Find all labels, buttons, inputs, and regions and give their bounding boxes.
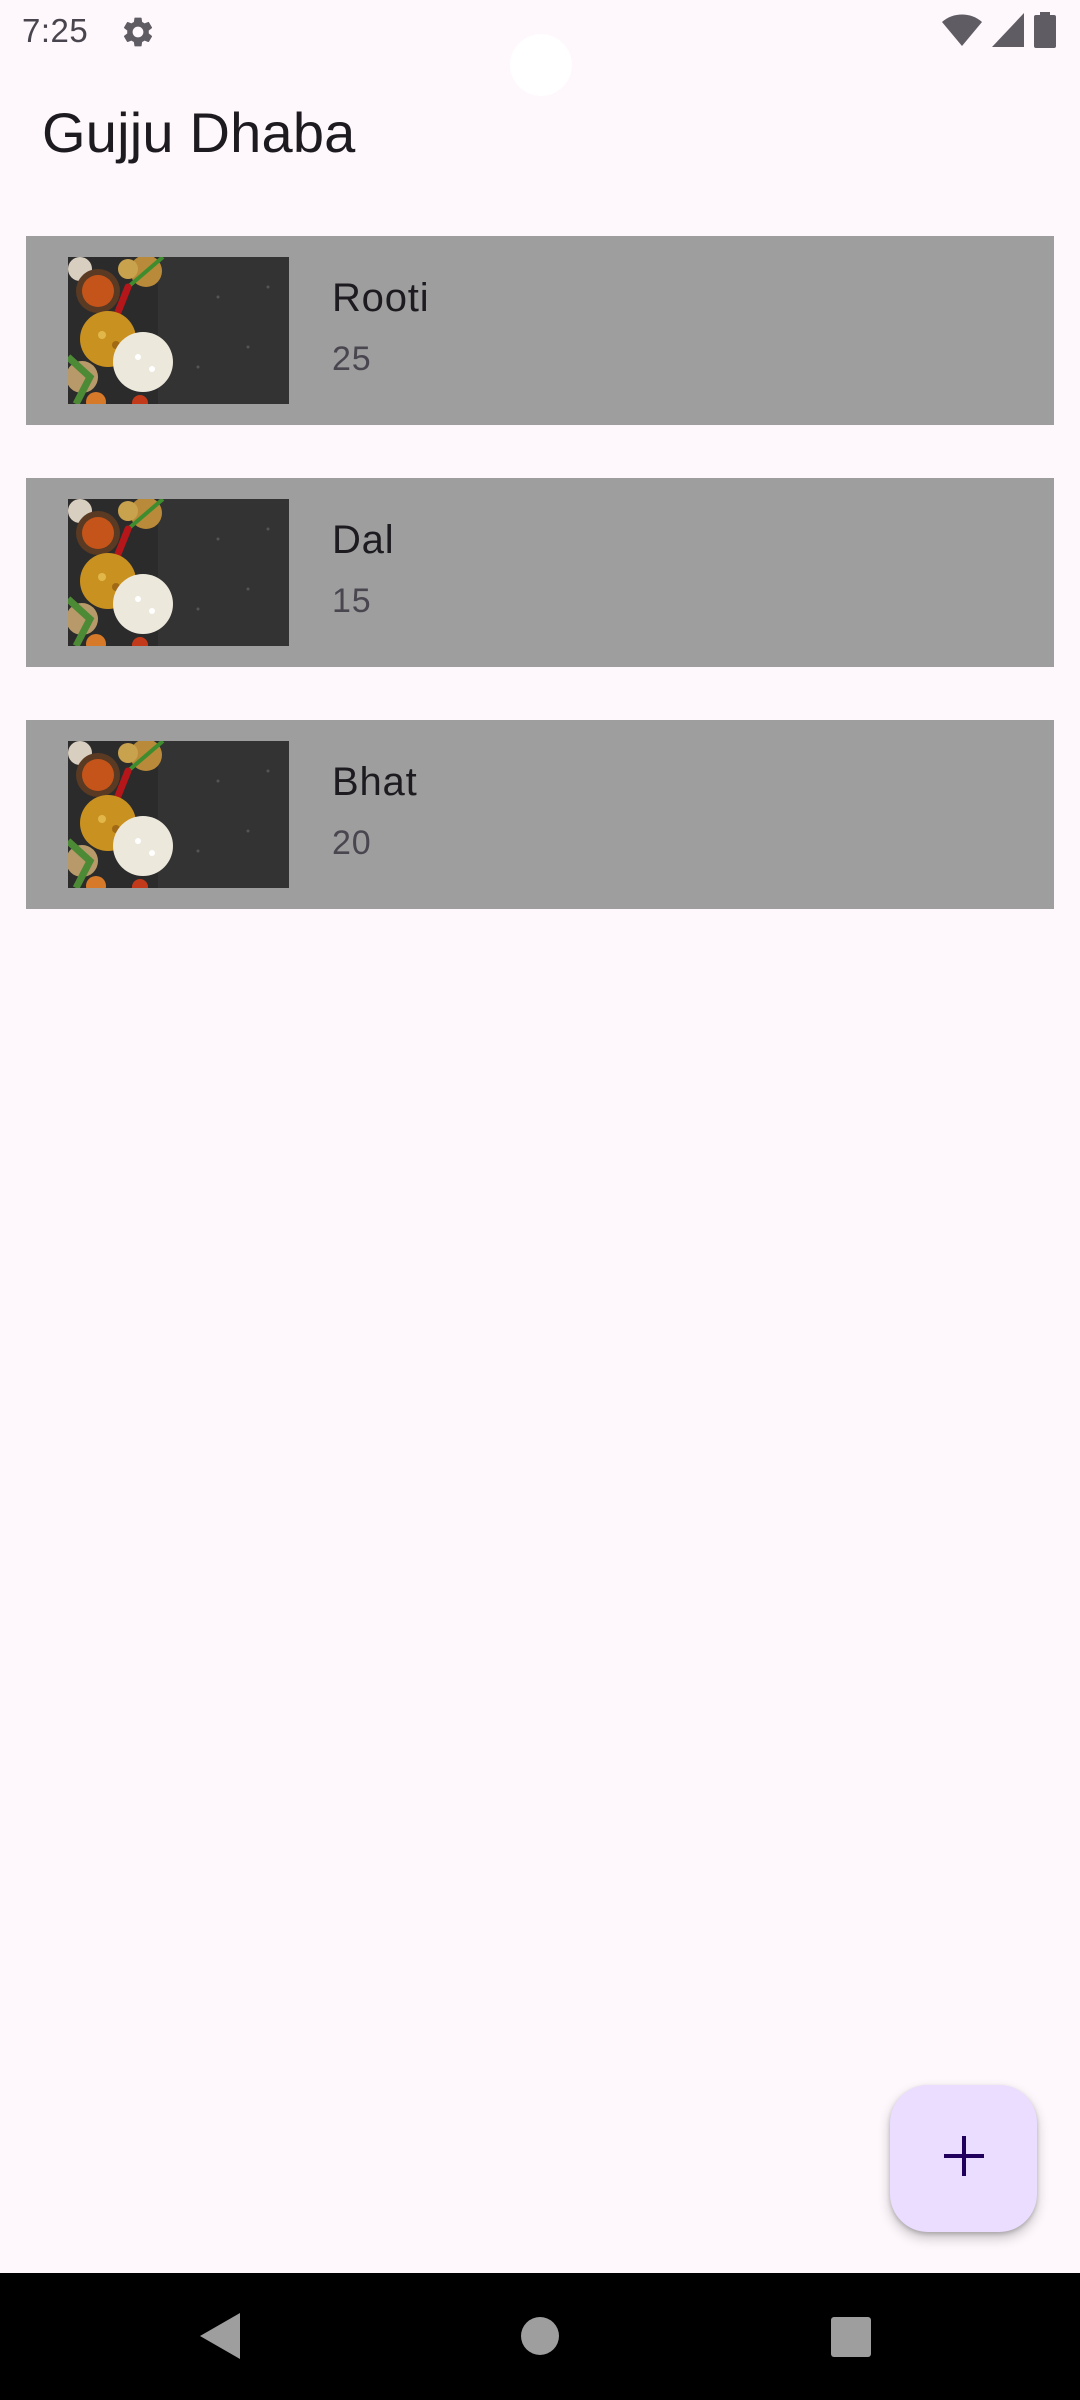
battery-icon: [1034, 11, 1056, 53]
food-price: 15: [332, 582, 372, 620]
cell-signal-icon: [992, 12, 1024, 52]
food-price: 20: [332, 824, 372, 862]
wifi-icon: [942, 12, 982, 53]
food-list: Rooti 25 Dal 15 Bhat 20: [26, 236, 1054, 962]
food-name: Rooti: [332, 276, 430, 320]
back-icon[interactable]: [200, 2313, 244, 2364]
camera-cutout: [510, 34, 572, 96]
status-bar: 7:25: [0, 0, 1080, 96]
status-time: 7:25: [22, 12, 89, 49]
app-title: Gujju Dhaba: [42, 101, 356, 164]
add-item-button[interactable]: [890, 2085, 1037, 2232]
food-thali-image: [68, 499, 289, 646]
food-list-item[interactable]: Rooti 25: [26, 236, 1054, 425]
settings-icon: [120, 14, 156, 50]
home-icon[interactable]: [521, 2317, 559, 2360]
food-price: 25: [332, 340, 372, 378]
recents-icon[interactable]: [831, 2317, 871, 2362]
food-thali-image: [68, 257, 289, 404]
food-list-item[interactable]: Bhat 20: [26, 720, 1054, 909]
system-navigation-bar: [0, 2273, 1080, 2400]
food-list-item[interactable]: Dal 15: [26, 478, 1054, 667]
food-thali-image: [68, 741, 289, 888]
food-name: Dal: [332, 518, 395, 562]
plus-icon: [942, 2134, 986, 2183]
food-name: Bhat: [332, 760, 418, 804]
